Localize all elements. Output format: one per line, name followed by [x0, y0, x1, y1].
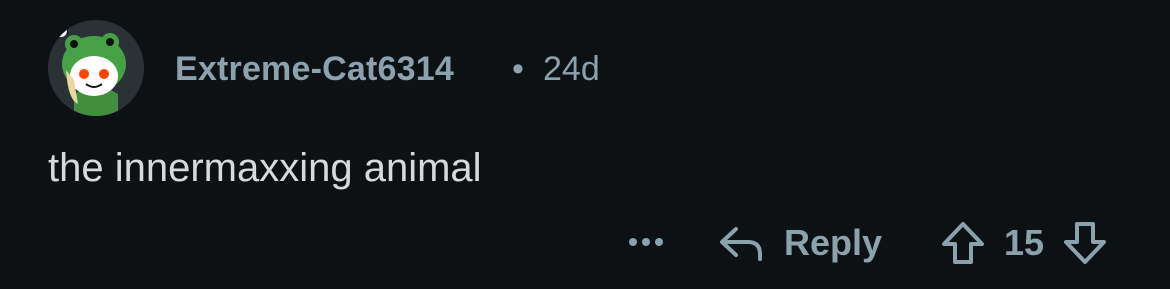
comment-age: 24d	[543, 50, 600, 88]
avatar[interactable]	[48, 20, 144, 116]
ellipsis-icon	[629, 238, 663, 246]
downvote-button[interactable]	[1062, 220, 1108, 266]
reply-button[interactable]: Reply	[718, 218, 882, 268]
more-options-button[interactable]	[620, 222, 672, 262]
comment: Extreme-Cat6314 • 24d the innermaxxing a…	[0, 0, 1170, 289]
reply-arrow-icon	[720, 227, 762, 261]
reply-label: Reply	[784, 222, 883, 263]
upvote-button[interactable]	[940, 220, 986, 266]
author-username[interactable]: Extreme-Cat6314	[175, 48, 454, 90]
arrow-up-icon	[942, 222, 984, 264]
vote-group: 15	[940, 218, 1108, 268]
comment-body: the innermaxxing animal	[48, 146, 482, 190]
avatar-image	[48, 20, 144, 116]
vote-score: 15	[1004, 222, 1045, 263]
arrow-down-icon	[1064, 222, 1107, 264]
meta-separator: •	[512, 50, 524, 88]
